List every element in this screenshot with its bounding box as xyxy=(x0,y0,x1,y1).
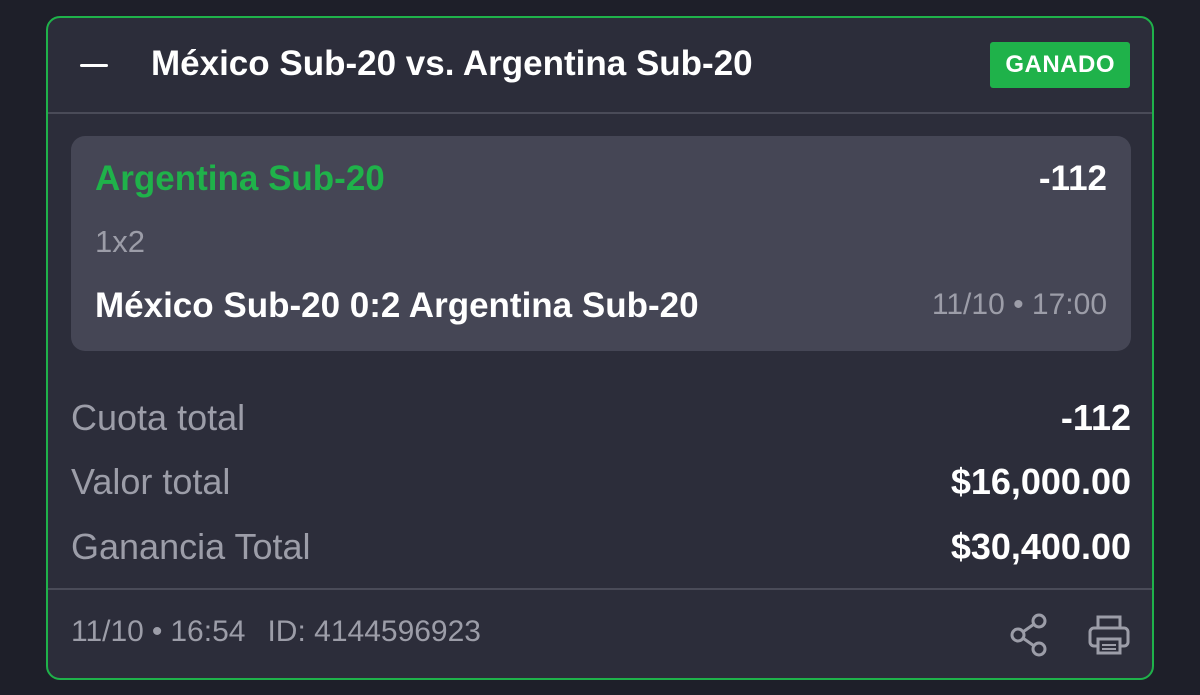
print-icon[interactable] xyxy=(1086,612,1132,658)
selection-panel: Argentina Sub-20 -112 1x2 México Sub-20 … xyxy=(71,136,1131,351)
bet-date: 11/10 xyxy=(71,615,144,648)
match-title: México Sub-20 vs. Argentina Sub-20 xyxy=(151,44,753,83)
selection-market: 1x2 xyxy=(95,224,145,259)
footer-divider xyxy=(48,588,1152,590)
total-stake-row: Valor total $16,000.00 xyxy=(71,461,1131,503)
meta-separator: • xyxy=(151,615,163,648)
total-odds-label: Cuota total xyxy=(71,397,246,438)
total-stake-label: Valor total xyxy=(71,461,231,502)
total-winnings-label: Ganancia Total xyxy=(71,526,311,567)
bet-id-label: ID: xyxy=(267,615,306,648)
share-icon[interactable] xyxy=(1006,612,1052,658)
minus-bar xyxy=(80,64,108,67)
bet-card: México Sub-20 vs. Argentina Sub-20 GANAD… xyxy=(46,16,1154,680)
match-result: México Sub-20 0:2 Argentina Sub-20 xyxy=(95,286,699,325)
total-winnings-row: Ganancia Total $30,400.00 xyxy=(71,526,1131,568)
selection-odds: -112 xyxy=(1038,159,1107,198)
bet-id-value: 4144596923 xyxy=(314,615,481,648)
total-stake-value: $16,000.00 xyxy=(950,461,1131,502)
total-winnings-value: $30,400.00 xyxy=(950,526,1131,567)
bet-time: 16:54 xyxy=(170,615,246,648)
total-odds-value: -112 xyxy=(1060,397,1131,438)
selection-team: Argentina Sub-20 xyxy=(95,159,385,198)
total-odds-row: Cuota total -112 xyxy=(71,397,1131,439)
match-datetime: 11/10 • 17:00 xyxy=(931,288,1107,321)
status-badge: GANADO xyxy=(990,42,1130,88)
bet-meta: 11/10 • 16:54 ID: 4144596923 xyxy=(71,615,481,649)
bet-header: México Sub-20 vs. Argentina Sub-20 GANAD… xyxy=(48,18,1152,114)
minus-icon[interactable] xyxy=(76,48,112,84)
